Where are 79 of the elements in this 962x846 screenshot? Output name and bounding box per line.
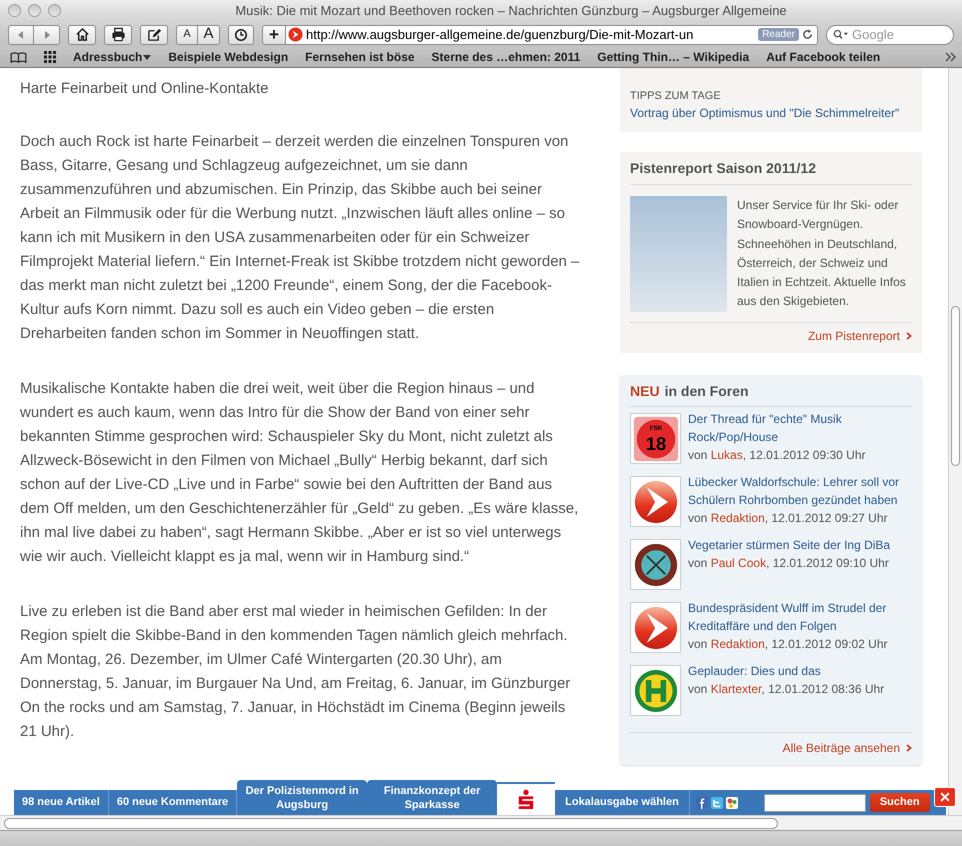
more-link[interactable]: Alle Beiträge ansehen	[630, 732, 912, 757]
pencil-icon	[146, 27, 162, 42]
grid-icon[interactable]	[44, 51, 56, 63]
bookmark-link[interactable]: Getting Thin… – Wikipedia	[597, 48, 750, 66]
bookmark-link[interactable]: Auf Facebook teilen	[766, 48, 880, 66]
url-text: http://www.augsburger-allgemeine.de/guenzburg/Die-mit-Mozart-un	[306, 26, 694, 44]
card-title-highlight: NEU	[630, 382, 660, 401]
bookmark-link[interactable]: Sterne des …ehmen: 2011	[432, 48, 580, 66]
chevron-icon	[906, 744, 912, 752]
bookmark-link[interactable]: Fernsehen ist böse	[305, 48, 415, 66]
home-button[interactable]	[68, 24, 96, 44]
search-input[interactable]: Google	[852, 24, 932, 44]
post-title-link[interactable]: Lübecker Waldorfschule: Lehrer soll vor Schülern Rohrbomben gezündet haben	[688, 473, 912, 509]
back-button[interactable]	[8, 24, 34, 44]
article-subheading: Harte Feinarbeit und Online-Kontakte	[20, 79, 270, 99]
reload-icon[interactable]	[802, 29, 813, 40]
site-logo-icon	[288, 27, 303, 42]
author-link[interactable]: Klartexter	[710, 682, 762, 696]
print-button[interactable]	[104, 24, 132, 44]
search-button[interactable]: Suchen	[870, 793, 930, 812]
more-link[interactable]: Zum Pistenreport	[630, 323, 912, 345]
add-bookmark-button[interactable]: +	[262, 24, 286, 44]
printer-icon	[110, 27, 126, 42]
facebook-icon[interactable]	[696, 796, 708, 808]
post-title-link[interactable]: Der Thread für "echte" Musik Rock/Pop/House	[688, 410, 912, 446]
bookmark-link[interactable]: Beispiele Webdesign	[168, 48, 288, 66]
history-button[interactable]	[228, 24, 254, 44]
address-field[interactable]: http://www.augsburger-allgemeine.de/guenzburg/Die-mit-Mozart-un Reader	[286, 24, 818, 44]
card-text: Unser Service für Ihr Ski- oder Snowboard-Vergnügen. Schneehöhen in Deutschland, Österreich, der Schweiz und Italien in Echtzeit. Aktuelle Infos aus den Skigebieten.	[737, 197, 907, 310]
font-smaller-button[interactable]: A	[176, 24, 198, 44]
google-icon[interactable]	[726, 796, 738, 808]
scrollbar-thumb[interactable]	[951, 306, 960, 466]
byline-text: von	[688, 556, 708, 570]
byline-text: von	[688, 511, 708, 525]
card-title: Pistenreport Saison 2011/12	[630, 158, 912, 185]
article-paragraph: Doch auch Rock ist harte Feinarbeit – derzeit werden die einzelnen Tonspuren von Bass, Gitarre, Gesang und Schlagzeug aufgezeichnet, um sie dann zusammenzuführen und abzumischen. Ein Prinzip, das Skibbe auch bei seiner Arbeit an Filmmusik oder für die Werbung nutzt. „Inzwischen läuft alles online – so kann ich mit Musikern in den USA zusammenarbeiten oder für ein Schweizer Filmprojekt Material liefern.“ Ein Internet-Freak ist Skibbe trotzdem nicht geworden – das merkt man nicht zuletzt bei „1200 Freunde“, einem Song, der die Facebook-Kultur aufs Korn nimmt. Dazu soll es auch ein Video geben – die ersten Dreharbeiten fanden schon im Sommer in Neuoffingen statt.	[20, 132, 580, 344]
post-title-link[interactable]: Vegetarier stürmen Seite der Ing DiBa	[688, 536, 890, 554]
author-link[interactable]: Lukas	[710, 448, 743, 462]
bank-logo-button[interactable]	[497, 782, 556, 815]
article-paragraph: Musikalische Kontakte haben die drei weit, weit über die Region hinaus – und wundert es auch kaum, wenn das Intro für die Show der Band von einer sehr bekannten Stimme gesprochen wird: Schauspieler Sky du Mont, nicht zuletzt als Allzweck-Bösewicht in den Filmen von Michael „Bully“ Herbig bekannt, darf sich schon auf der Live-CD „Live und in Farbe“ sowie bei den Auftritten der Band aus dem Off melden, um den Geschichtenerzähler für „Geld“ zu geben. „Es wäre klasse, ihn mal live dabei zu haben“, sagt Hermann Skibbe. „Aber er ist so viel unterwegs wie wir auch. Vielleicht klappt es ja mal, wenn wir in Hamburg sind.“	[20, 379, 580, 567]
search-icon	[833, 29, 849, 40]
post-time: , 12.01.2012 09:02 Uhr	[764, 637, 888, 651]
post-time: , 12.01.2012 08:36 Uhr	[761, 682, 884, 696]
more-bookmarks-icon[interactable]	[945, 52, 957, 62]
post-time: , 12.01.2012 09:27 Uhr	[764, 511, 888, 525]
article-paragraph: Live zu erleben ist die Band aber erst mal wieder in heimischen Gefilden: In der Region spielt die Skibbe-Band in den kommenden Tagen nämlich gleich mehrfach. Am Montag, 26. Dezember, im Ulmer Café Wintergarten (20.30 Uhr), am Donnerstag, 5. Januar, im Burgauer Na Und, am Freitag, 6. Januar, im Günzburger On the rocks und am Samstag, 7. Januar, in Höchstädt im Cinema (Beginn jeweils 21 Uhr).	[20, 602, 572, 742]
chevron-icon	[906, 332, 912, 340]
horizontal-scrollbar[interactable]	[0, 815, 962, 830]
font-larger-button[interactable]: A	[198, 24, 220, 44]
byline-text: von	[688, 637, 708, 651]
post-title-link[interactable]: Bundespräsident Wulff im Strudel der Kreditaffäre und den Folgen	[688, 599, 912, 635]
author-link[interactable]: Redaktion	[710, 511, 765, 525]
bank-s-icon	[517, 788, 536, 810]
byline-text: von	[688, 448, 708, 462]
vertical-scrollbar[interactable]	[948, 68, 962, 815]
forward-button[interactable]	[34, 24, 60, 44]
age-number: 18	[645, 432, 666, 454]
edit-button[interactable]	[140, 24, 168, 44]
search-field[interactable]: Google	[826, 24, 954, 44]
scrollbar-thumb[interactable]	[4, 818, 778, 829]
home-icon	[74, 27, 90, 42]
section-label: TIPPS ZUM TAGE	[630, 89, 722, 104]
search-input[interactable]	[764, 794, 866, 812]
clock-icon	[234, 28, 248, 42]
post-time: , 12.01.2012 09:30 Uhr	[742, 448, 866, 462]
bookmark-link[interactable]: Adressbuch	[73, 48, 152, 66]
byline-text: von	[688, 682, 708, 696]
author-link[interactable]: Redaktion	[710, 637, 765, 651]
window-title: Musik: Die mit Mozart und Beethoven rocken – Nachrichten Günzburg – Augsburger Allgemeine	[235, 2, 787, 20]
close-button[interactable]: ×	[934, 787, 956, 807]
card-title: in den Foren	[664, 382, 749, 401]
back-icon	[16, 30, 26, 40]
book-icon[interactable]	[10, 52, 27, 62]
post-time: , 12.01.2012 09:10 Uhr	[766, 556, 889, 570]
caret-icon	[143, 53, 152, 61]
author-link[interactable]: Paul Cook	[710, 556, 766, 570]
tip-link[interactable]: Vortrag über Optimismus und "Die Schimmelreiter"	[630, 104, 912, 122]
twitter-icon[interactable]	[710, 796, 723, 808]
post-title-link[interactable]: Geplauder: Dies und das	[688, 662, 884, 680]
